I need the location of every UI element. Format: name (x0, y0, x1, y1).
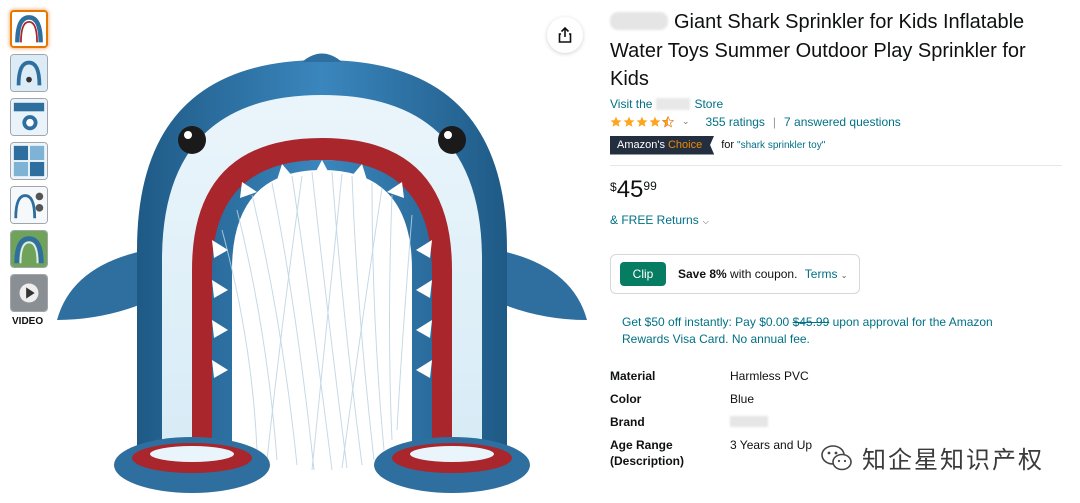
thumbnail-1[interactable] (10, 10, 48, 48)
spec-value: Harmless PVC (730, 368, 809, 383)
spec-row: Brand (610, 414, 1065, 430)
ratings-count-link[interactable]: 355 ratings (706, 115, 765, 129)
price: $ 45 99 (610, 176, 1065, 204)
wechat-icon (821, 444, 852, 470)
separator: | (772, 114, 777, 129)
badge-for-text: for (721, 139, 735, 151)
star-icon (636, 116, 648, 127)
terms-link[interactable]: Terms ⌄ (805, 267, 848, 281)
chevron-down-icon: ⌵ (702, 216, 709, 226)
badge-accent-text: Choice (667, 138, 703, 151)
spec-value: Blue (730, 391, 755, 406)
badge-keyword-link[interactable]: "shark sprinkler toy" (737, 140, 825, 151)
amazons-choice-badge: Amazon's Choice (610, 135, 715, 155)
chevron-down-icon: ⌄ (840, 270, 848, 280)
divider (610, 164, 1062, 166)
coupon-savings: Save 8% (678, 266, 727, 281)
spec-value: 3 Years and Up (730, 437, 813, 452)
star-icon (623, 116, 635, 127)
spec-value (730, 414, 768, 430)
star-icon (649, 116, 661, 127)
badge-main-text: Amazon's (617, 138, 665, 151)
price-whole: 45 (616, 175, 644, 203)
spec-key: Age Range (Description) (610, 437, 685, 468)
brand-redacted (610, 12, 668, 30)
thumbnail-4[interactable] (10, 142, 48, 180)
price-fraction: 99 (643, 178, 657, 193)
thumbnail-2[interactable] (10, 54, 48, 92)
brand-value-redacted (730, 415, 768, 427)
price-symbol: $ (610, 179, 617, 194)
shark-sprinkler-illustration (57, 53, 587, 493)
returns-text: & FREE Returns (610, 212, 699, 227)
rating-row: ⌄ 355 ratings | 7 answered questions (610, 113, 1065, 131)
answered-questions-link[interactable]: 7 answered questions (784, 115, 901, 129)
visit-store-link[interactable]: Visit the Store (610, 97, 1065, 111)
share-icon (558, 26, 572, 43)
star-icon (610, 116, 622, 127)
star-half-icon (662, 115, 674, 128)
spec-row: Material Harmless PVC (610, 368, 1065, 384)
coupon-box: Clip Save 8% with coupon. Terms ⌄ (610, 253, 860, 294)
product-title: Giant Shark Sprinkler for Kids Inflatabl… (610, 8, 1065, 94)
credit-card-promo[interactable]: Get $50 off instantly: Pay $0.00 $45.99 … (610, 314, 1030, 348)
thumbnail-3[interactable] (10, 98, 48, 136)
spec-row: Color Blue (610, 391, 1065, 407)
star-rating[interactable] (610, 115, 675, 128)
promo-part1: Get $50 off instantly: Pay $0.00 (622, 314, 790, 329)
free-returns-link[interactable]: & FREE Returns ⌵ (610, 213, 1065, 227)
promo-strike-price: $45.99 (792, 314, 830, 329)
watermark-text: 知企星知识产权 (862, 446, 1044, 474)
spec-key: Brand (610, 414, 645, 429)
spec-key: Material (610, 368, 656, 383)
watermark: 知企星知识产权 (820, 440, 1044, 475)
store-name-redacted (656, 97, 691, 110)
product-details-panel: Giant Shark Sprinkler for Kids Inflatabl… (610, 8, 1065, 476)
main-product-image[interactable] (52, 20, 592, 503)
thumbnail-5[interactable] (10, 186, 48, 224)
spec-key: Color (610, 391, 642, 406)
share-button[interactable] (547, 17, 583, 53)
clip-coupon-button[interactable]: Clip (620, 261, 666, 286)
thumbnail-6[interactable] (10, 230, 48, 268)
thumbnail-video[interactable] (10, 274, 48, 312)
chevron-down-icon[interactable]: ⌄ (682, 116, 690, 127)
store-suffix: Store (694, 96, 724, 111)
store-prefix: Visit the (610, 96, 653, 111)
terms-text: Terms (804, 266, 838, 281)
coupon-text: Save 8% with coupon. Terms ⌄ (678, 267, 848, 281)
amazons-choice-row: Amazon's Choice for "shark sprinkler toy" (610, 135, 1065, 155)
coupon-rest: with coupon. (730, 266, 798, 281)
product-title-text: Giant Shark Sprinkler for Kids Inflatabl… (610, 11, 1026, 90)
video-label: VIDEO (12, 316, 44, 327)
thumbnail-strip: VIDEO (10, 10, 52, 327)
